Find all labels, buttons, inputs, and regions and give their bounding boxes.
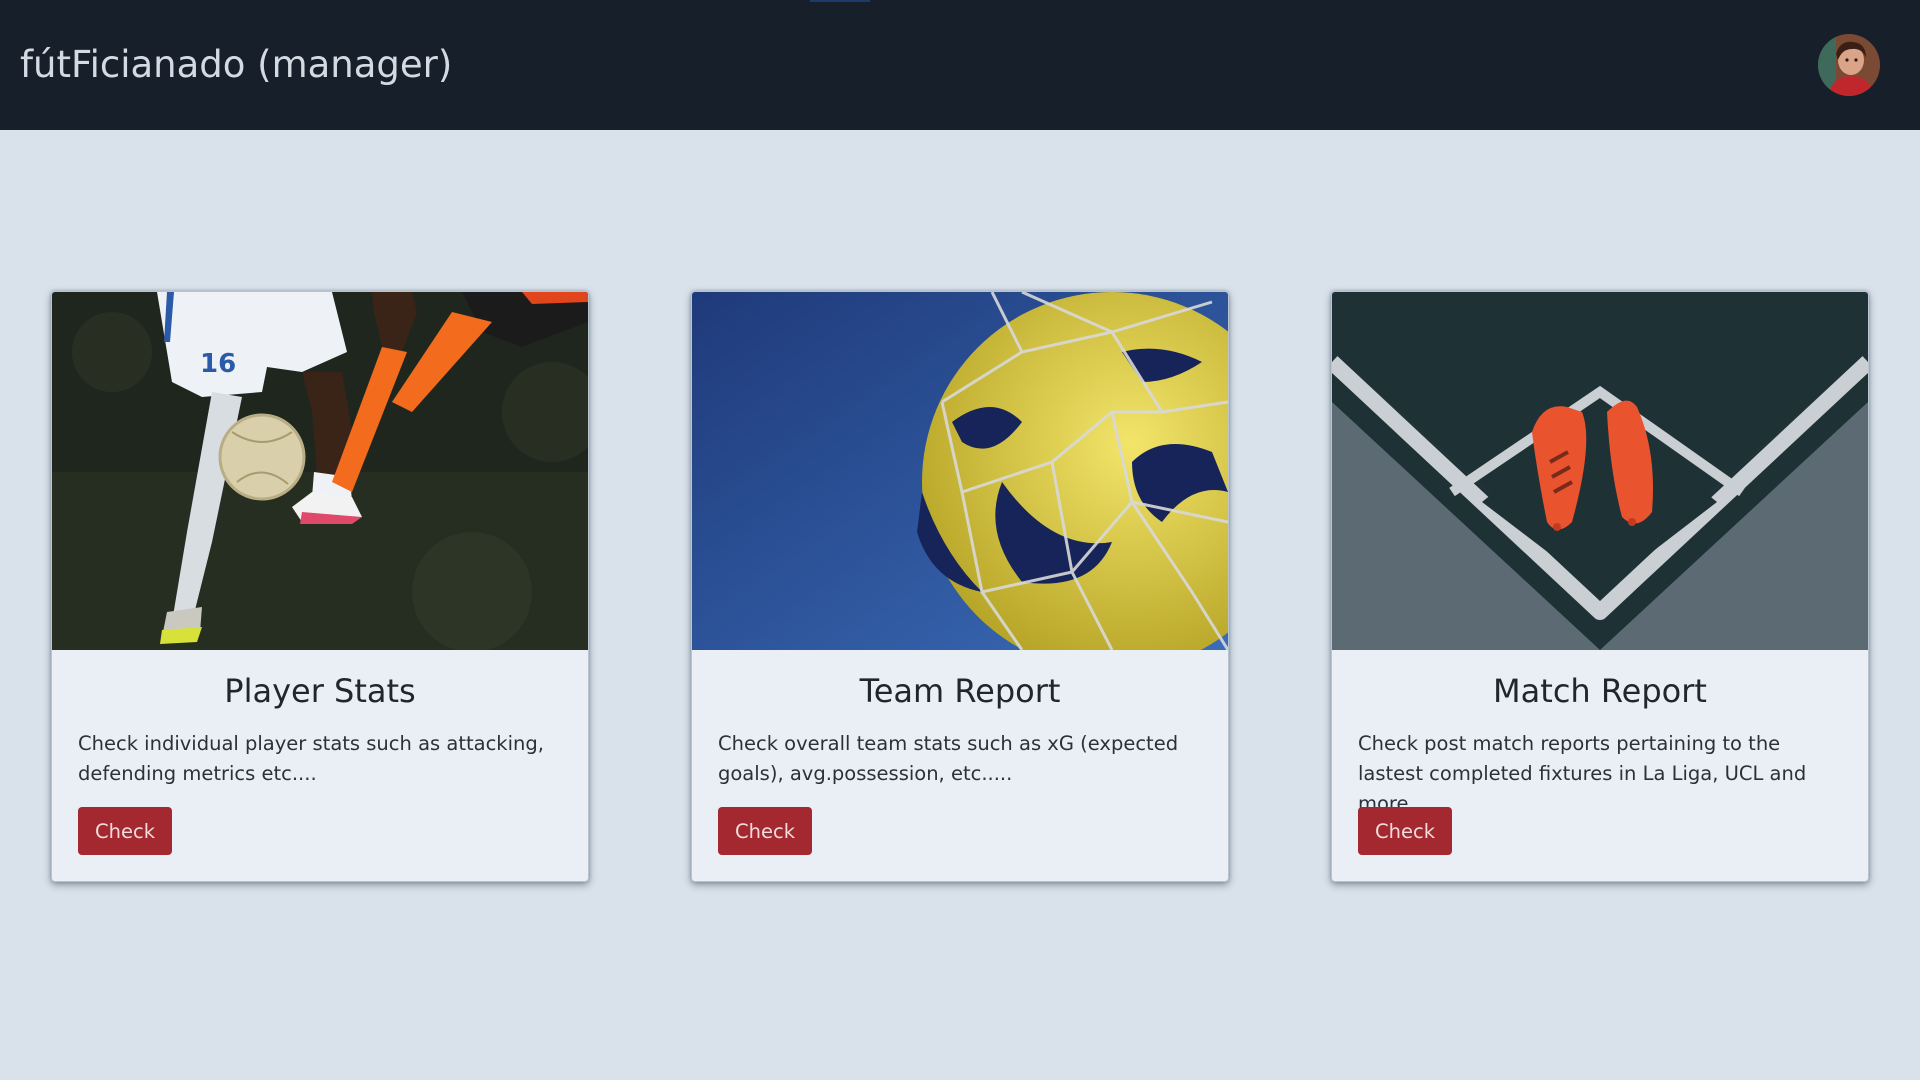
check-button-team-report[interactable]: Check xyxy=(718,807,812,855)
card-team-report: Team Report Check overall team stats suc… xyxy=(691,291,1229,882)
check-button-player-stats[interactable]: Check xyxy=(78,807,172,855)
card-title: Player Stats xyxy=(224,672,416,710)
feature-cards: 16 Player Stats Check individual player … xyxy=(0,0,1920,1080)
card-title: Team Report xyxy=(859,672,1061,710)
card-description: Check overall team stats such as xG (exp… xyxy=(718,732,1179,785)
card-description: Check individual player stats such as at… xyxy=(78,732,544,785)
card-player-stats: 16 Player Stats Check individual player … xyxy=(51,291,589,882)
card-title: Match Report xyxy=(1493,672,1707,710)
ball-in-net-image xyxy=(692,292,1228,650)
card-description: Check post match reports pertaining to t… xyxy=(1358,732,1807,815)
svg-text:16: 16 xyxy=(200,349,236,379)
check-button-match-report[interactable]: Check xyxy=(1358,807,1452,855)
football-boots-on-pitch-image xyxy=(1332,292,1868,650)
card-match-report: Match Report Check post match reports pe… xyxy=(1331,291,1869,882)
football-players-dribbling-image: 16 xyxy=(52,292,588,650)
